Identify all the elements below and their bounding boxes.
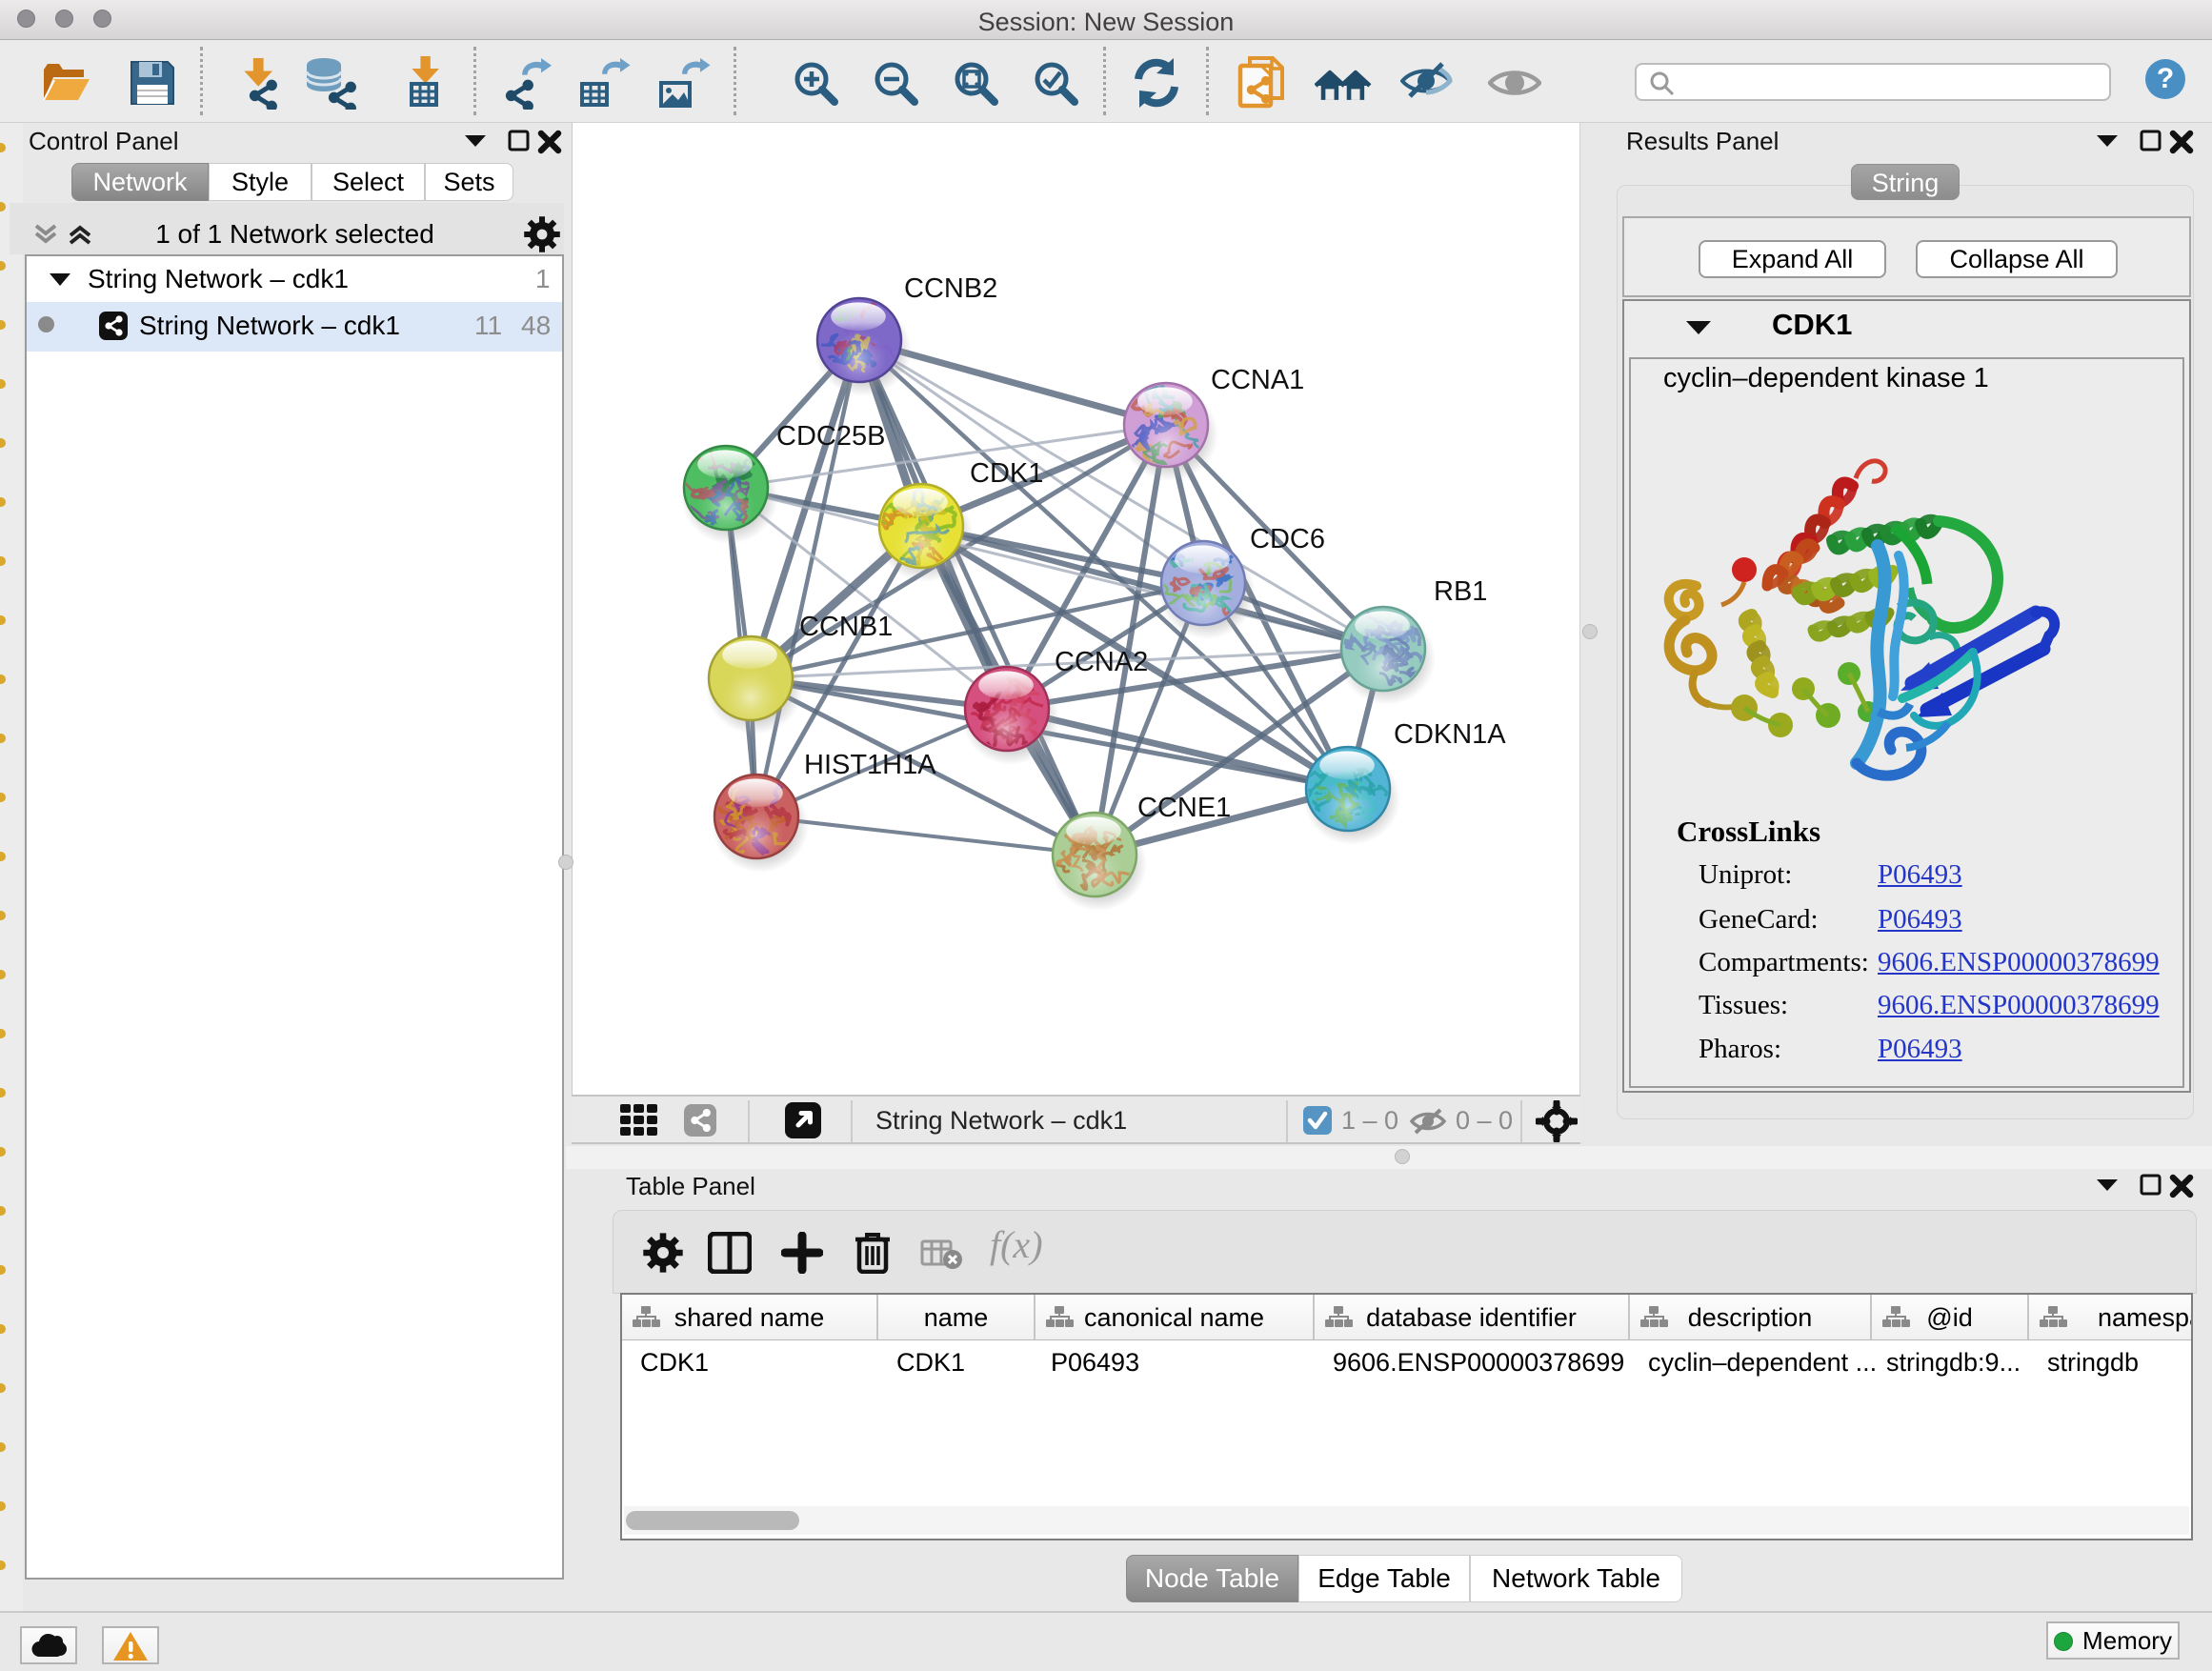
svg-text:RB1: RB1 <box>1434 576 1487 607</box>
svg-text:HIST1H1A: HIST1H1A <box>804 750 936 780</box>
svg-text:CCNE1: CCNE1 <box>1137 793 1231 823</box>
svg-text:CDC6: CDC6 <box>1250 524 1325 554</box>
svg-text:CCNA2: CCNA2 <box>1055 647 1148 677</box>
svg-text:CCNB2: CCNB2 <box>904 273 997 304</box>
svg-text:CDC25B: CDC25B <box>776 421 885 452</box>
svg-text:CCNB1: CCNB1 <box>799 612 893 642</box>
svg-text:CDK1: CDK1 <box>970 458 1043 489</box>
svg-text:CCNA1: CCNA1 <box>1211 365 1304 395</box>
svg-text:CDKN1A: CDKN1A <box>1394 719 1506 750</box>
